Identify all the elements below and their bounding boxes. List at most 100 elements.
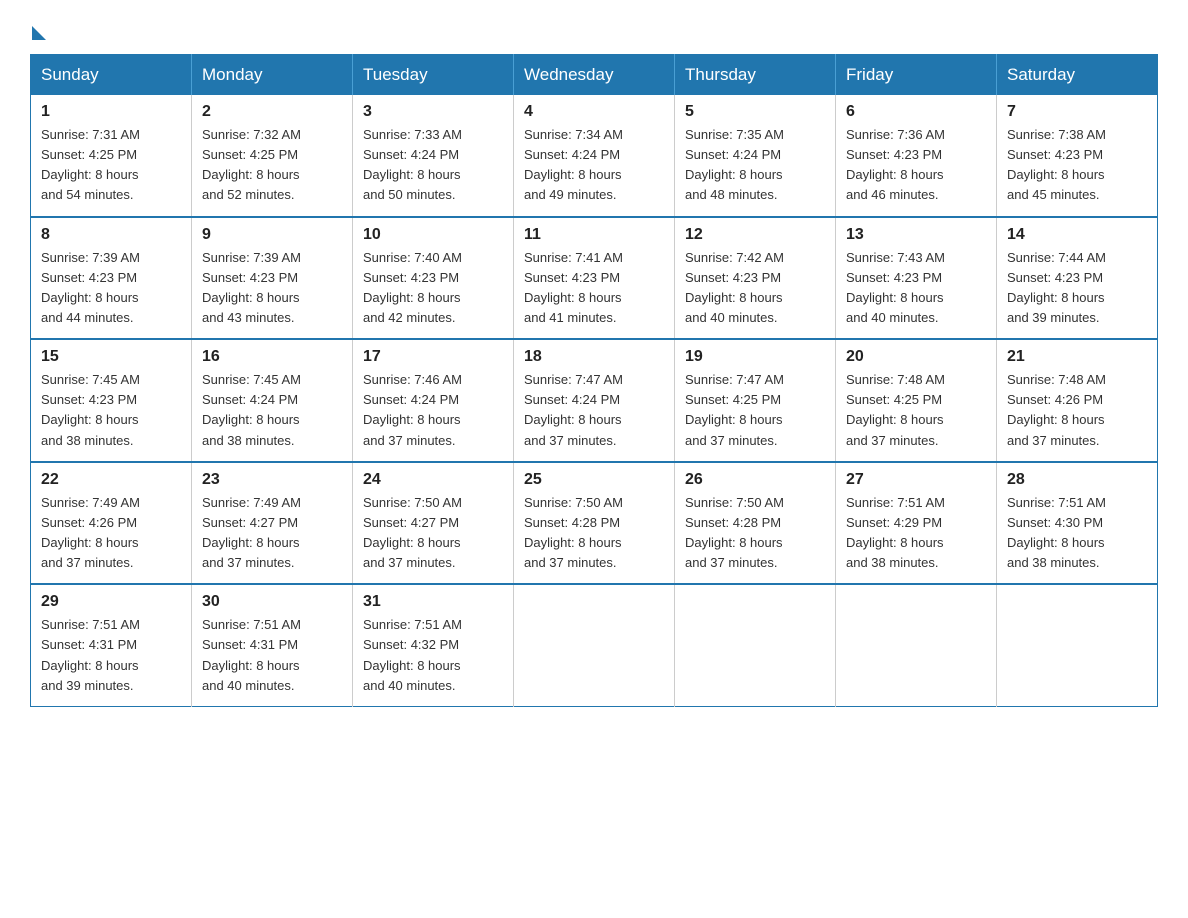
logo-arrow-icon	[32, 26, 46, 40]
day-info: Sunrise: 7:47 AMSunset: 4:24 PMDaylight:…	[524, 372, 623, 447]
calendar-cell: 30 Sunrise: 7:51 AMSunset: 4:31 PMDaylig…	[192, 584, 353, 706]
calendar-cell: 4 Sunrise: 7:34 AMSunset: 4:24 PMDayligh…	[514, 95, 675, 217]
day-number: 9	[202, 226, 342, 244]
day-info: Sunrise: 7:51 AMSunset: 4:31 PMDaylight:…	[202, 617, 301, 692]
calendar-cell: 10 Sunrise: 7:40 AMSunset: 4:23 PMDaylig…	[353, 217, 514, 340]
calendar-week-row: 15 Sunrise: 7:45 AMSunset: 4:23 PMDaylig…	[31, 339, 1158, 462]
day-info: Sunrise: 7:34 AMSunset: 4:24 PMDaylight:…	[524, 127, 623, 202]
day-info: Sunrise: 7:49 AMSunset: 4:26 PMDaylight:…	[41, 495, 140, 570]
calendar-cell: 23 Sunrise: 7:49 AMSunset: 4:27 PMDaylig…	[192, 462, 353, 585]
calendar-cell	[997, 584, 1158, 706]
calendar-cell: 15 Sunrise: 7:45 AMSunset: 4:23 PMDaylig…	[31, 339, 192, 462]
day-info: Sunrise: 7:46 AMSunset: 4:24 PMDaylight:…	[363, 372, 462, 447]
day-info: Sunrise: 7:33 AMSunset: 4:24 PMDaylight:…	[363, 127, 462, 202]
weekday-header-saturday: Saturday	[997, 55, 1158, 96]
calendar-cell	[675, 584, 836, 706]
calendar-cell: 27 Sunrise: 7:51 AMSunset: 4:29 PMDaylig…	[836, 462, 997, 585]
calendar-week-row: 8 Sunrise: 7:39 AMSunset: 4:23 PMDayligh…	[31, 217, 1158, 340]
day-number: 23	[202, 471, 342, 489]
calendar-cell: 19 Sunrise: 7:47 AMSunset: 4:25 PMDaylig…	[675, 339, 836, 462]
calendar-cell: 29 Sunrise: 7:51 AMSunset: 4:31 PMDaylig…	[31, 584, 192, 706]
calendar-cell: 28 Sunrise: 7:51 AMSunset: 4:30 PMDaylig…	[997, 462, 1158, 585]
calendar-cell: 20 Sunrise: 7:48 AMSunset: 4:25 PMDaylig…	[836, 339, 997, 462]
day-info: Sunrise: 7:42 AMSunset: 4:23 PMDaylight:…	[685, 250, 784, 325]
calendar-cell: 18 Sunrise: 7:47 AMSunset: 4:24 PMDaylig…	[514, 339, 675, 462]
day-number: 4	[524, 103, 664, 121]
day-number: 19	[685, 348, 825, 366]
day-number: 10	[363, 226, 503, 244]
day-number: 22	[41, 471, 181, 489]
calendar-week-row: 1 Sunrise: 7:31 AMSunset: 4:25 PMDayligh…	[31, 95, 1158, 217]
calendar-week-row: 22 Sunrise: 7:49 AMSunset: 4:26 PMDaylig…	[31, 462, 1158, 585]
calendar-cell: 3 Sunrise: 7:33 AMSunset: 4:24 PMDayligh…	[353, 95, 514, 217]
day-number: 29	[41, 593, 181, 611]
day-number: 17	[363, 348, 503, 366]
day-number: 14	[1007, 226, 1147, 244]
day-number: 1	[41, 103, 181, 121]
day-number: 3	[363, 103, 503, 121]
calendar-cell	[836, 584, 997, 706]
day-number: 15	[41, 348, 181, 366]
calendar-cell: 26 Sunrise: 7:50 AMSunset: 4:28 PMDaylig…	[675, 462, 836, 585]
calendar-cell: 1 Sunrise: 7:31 AMSunset: 4:25 PMDayligh…	[31, 95, 192, 217]
day-info: Sunrise: 7:35 AMSunset: 4:24 PMDaylight:…	[685, 127, 784, 202]
day-info: Sunrise: 7:39 AMSunset: 4:23 PMDaylight:…	[202, 250, 301, 325]
day-info: Sunrise: 7:31 AMSunset: 4:25 PMDaylight:…	[41, 127, 140, 202]
day-number: 26	[685, 471, 825, 489]
day-number: 25	[524, 471, 664, 489]
calendar-cell: 24 Sunrise: 7:50 AMSunset: 4:27 PMDaylig…	[353, 462, 514, 585]
day-number: 6	[846, 103, 986, 121]
day-info: Sunrise: 7:45 AMSunset: 4:24 PMDaylight:…	[202, 372, 301, 447]
day-info: Sunrise: 7:51 AMSunset: 4:30 PMDaylight:…	[1007, 495, 1106, 570]
day-number: 20	[846, 348, 986, 366]
day-number: 21	[1007, 348, 1147, 366]
day-info: Sunrise: 7:48 AMSunset: 4:26 PMDaylight:…	[1007, 372, 1106, 447]
day-info: Sunrise: 7:50 AMSunset: 4:27 PMDaylight:…	[363, 495, 462, 570]
calendar-cell: 21 Sunrise: 7:48 AMSunset: 4:26 PMDaylig…	[997, 339, 1158, 462]
weekday-header-wednesday: Wednesday	[514, 55, 675, 96]
calendar-cell: 31 Sunrise: 7:51 AMSunset: 4:32 PMDaylig…	[353, 584, 514, 706]
day-number: 18	[524, 348, 664, 366]
day-info: Sunrise: 7:45 AMSunset: 4:23 PMDaylight:…	[41, 372, 140, 447]
calendar-cell: 12 Sunrise: 7:42 AMSunset: 4:23 PMDaylig…	[675, 217, 836, 340]
calendar-cell: 14 Sunrise: 7:44 AMSunset: 4:23 PMDaylig…	[997, 217, 1158, 340]
logo	[30, 20, 46, 36]
calendar-cell: 13 Sunrise: 7:43 AMSunset: 4:23 PMDaylig…	[836, 217, 997, 340]
weekday-header-tuesday: Tuesday	[353, 55, 514, 96]
calendar-cell: 6 Sunrise: 7:36 AMSunset: 4:23 PMDayligh…	[836, 95, 997, 217]
calendar-cell: 2 Sunrise: 7:32 AMSunset: 4:25 PMDayligh…	[192, 95, 353, 217]
calendar-cell: 8 Sunrise: 7:39 AMSunset: 4:23 PMDayligh…	[31, 217, 192, 340]
day-number: 27	[846, 471, 986, 489]
calendar-cell: 7 Sunrise: 7:38 AMSunset: 4:23 PMDayligh…	[997, 95, 1158, 217]
day-number: 24	[363, 471, 503, 489]
calendar-cell: 17 Sunrise: 7:46 AMSunset: 4:24 PMDaylig…	[353, 339, 514, 462]
day-number: 2	[202, 103, 342, 121]
day-info: Sunrise: 7:36 AMSunset: 4:23 PMDaylight:…	[846, 127, 945, 202]
weekday-header-row: SundayMondayTuesdayWednesdayThursdayFrid…	[31, 55, 1158, 96]
page-header	[30, 20, 1158, 36]
day-number: 5	[685, 103, 825, 121]
calendar-cell: 22 Sunrise: 7:49 AMSunset: 4:26 PMDaylig…	[31, 462, 192, 585]
calendar-cell: 11 Sunrise: 7:41 AMSunset: 4:23 PMDaylig…	[514, 217, 675, 340]
day-info: Sunrise: 7:38 AMSunset: 4:23 PMDaylight:…	[1007, 127, 1106, 202]
day-number: 16	[202, 348, 342, 366]
day-number: 28	[1007, 471, 1147, 489]
calendar-cell: 9 Sunrise: 7:39 AMSunset: 4:23 PMDayligh…	[192, 217, 353, 340]
calendar-week-row: 29 Sunrise: 7:51 AMSunset: 4:31 PMDaylig…	[31, 584, 1158, 706]
weekday-header-friday: Friday	[836, 55, 997, 96]
day-info: Sunrise: 7:43 AMSunset: 4:23 PMDaylight:…	[846, 250, 945, 325]
day-info: Sunrise: 7:49 AMSunset: 4:27 PMDaylight:…	[202, 495, 301, 570]
day-info: Sunrise: 7:50 AMSunset: 4:28 PMDaylight:…	[524, 495, 623, 570]
calendar-table: SundayMondayTuesdayWednesdayThursdayFrid…	[30, 54, 1158, 707]
calendar-cell: 5 Sunrise: 7:35 AMSunset: 4:24 PMDayligh…	[675, 95, 836, 217]
weekday-header-monday: Monday	[192, 55, 353, 96]
day-info: Sunrise: 7:40 AMSunset: 4:23 PMDaylight:…	[363, 250, 462, 325]
day-info: Sunrise: 7:44 AMSunset: 4:23 PMDaylight:…	[1007, 250, 1106, 325]
calendar-cell: 25 Sunrise: 7:50 AMSunset: 4:28 PMDaylig…	[514, 462, 675, 585]
day-number: 13	[846, 226, 986, 244]
day-info: Sunrise: 7:48 AMSunset: 4:25 PMDaylight:…	[846, 372, 945, 447]
day-info: Sunrise: 7:32 AMSunset: 4:25 PMDaylight:…	[202, 127, 301, 202]
calendar-cell	[514, 584, 675, 706]
day-number: 8	[41, 226, 181, 244]
day-info: Sunrise: 7:51 AMSunset: 4:29 PMDaylight:…	[846, 495, 945, 570]
